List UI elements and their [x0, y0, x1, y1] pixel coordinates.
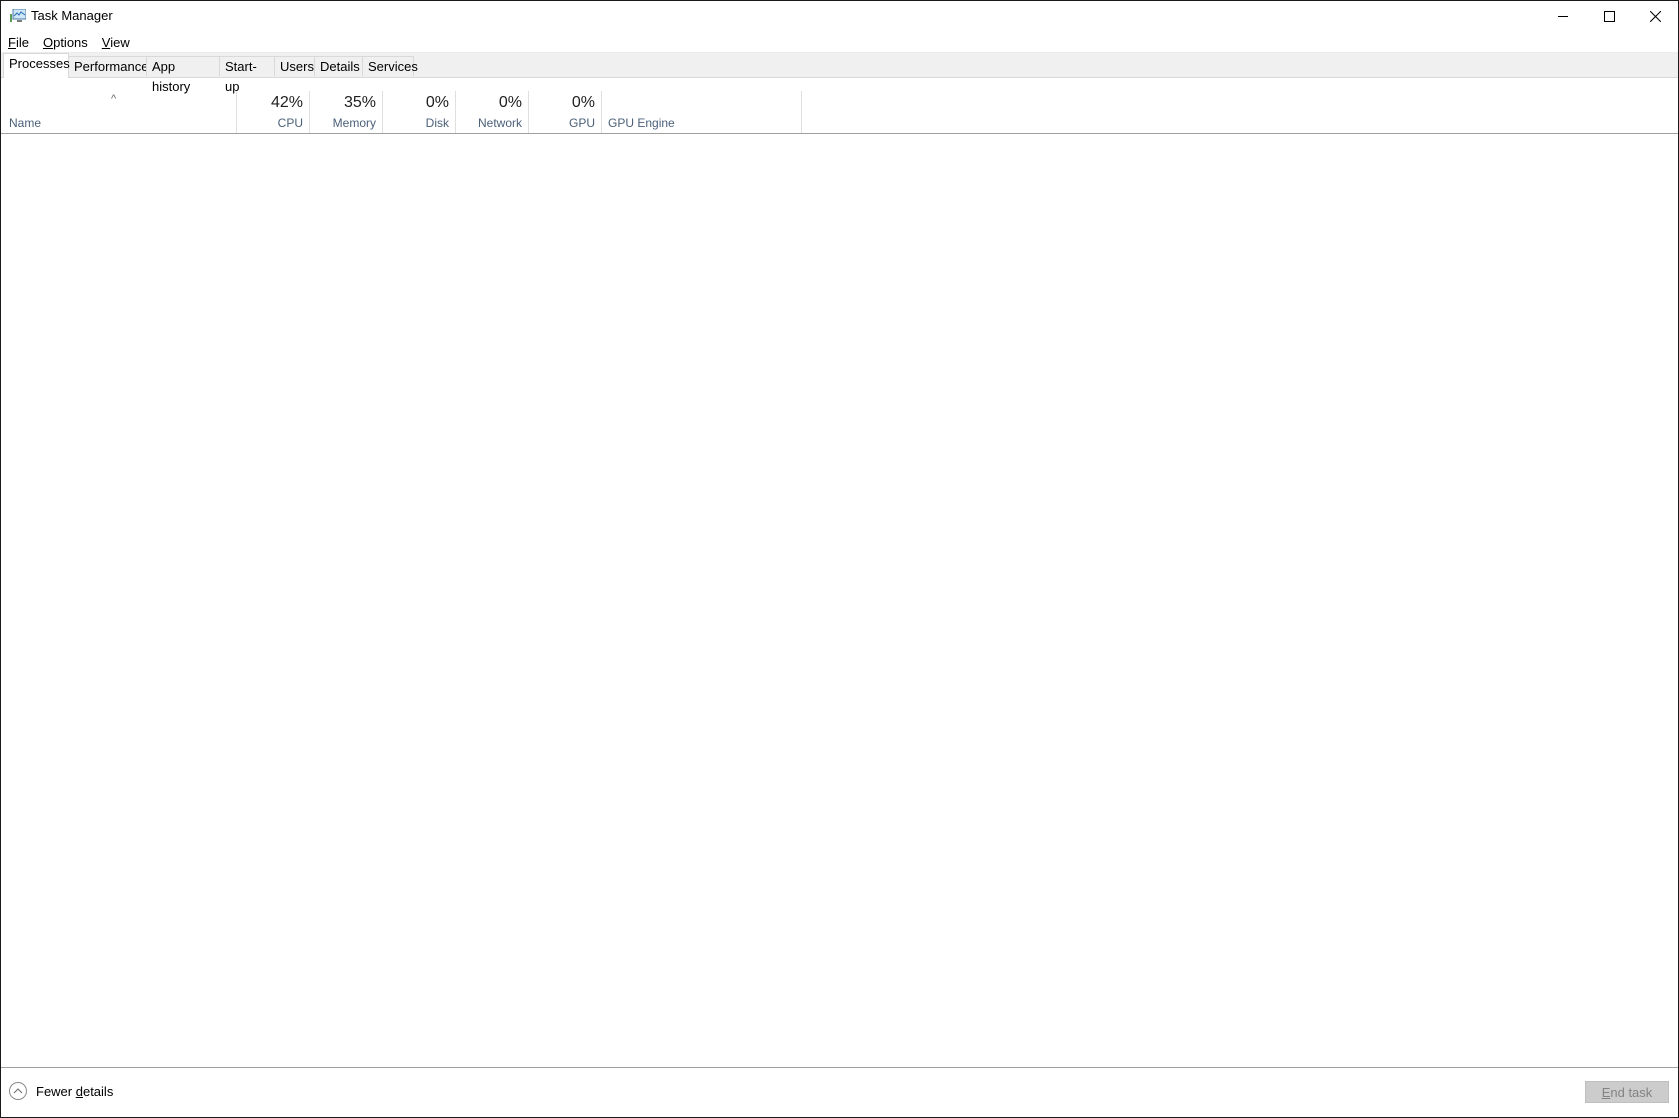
network-total-percent: 0%: [498, 94, 522, 111]
tab-app-history[interactable]: App history: [146, 56, 220, 94]
column-header-cpu[interactable]: 42% CPU: [237, 91, 310, 133]
menu-file-accel: F: [8, 35, 16, 50]
gpu-total-percent: 0%: [571, 94, 595, 111]
memory-total-percent: 35%: [343, 94, 376, 111]
close-button[interactable]: [1632, 1, 1678, 32]
column-gpu-label: GPU: [568, 116, 595, 130]
sort-ascending-icon: ^: [111, 93, 117, 105]
minimize-icon: [1557, 16, 1568, 17]
tab-start-up[interactable]: Start-up: [219, 56, 275, 94]
title-bar[interactable]: Task Manager: [1, 1, 1678, 32]
end-task-button[interactable]: End task: [1585, 1081, 1669, 1103]
menu-view-accel: V: [101, 35, 111, 50]
tab-details[interactable]: Details: [314, 56, 363, 76]
maximize-button[interactable]: [1586, 1, 1632, 32]
menu-view[interactable]: View: [95, 33, 137, 52]
column-header-gpu-engine[interactable]: GPU Engine: [602, 91, 802, 133]
fewer-details-button[interactable]: Fewer details: [9, 1082, 113, 1100]
column-header-gpu[interactable]: 0% GPU: [529, 91, 602, 133]
menu-options-accel: O: [42, 35, 54, 50]
column-network-label: Network: [477, 116, 522, 130]
fewer-details-text-b: etails: [82, 1083, 114, 1099]
column-disk-label: Disk: [425, 116, 449, 130]
minimize-button[interactable]: [1540, 1, 1586, 32]
maximize-icon: [1603, 11, 1615, 22]
column-header-memory[interactable]: 35% Memory: [310, 91, 383, 133]
tab-services[interactable]: Services: [362, 56, 418, 76]
menu-options[interactable]: Options: [36, 33, 95, 52]
tab-bar: Processes Performance App history Start-…: [1, 52, 1678, 94]
column-header-disk[interactable]: 0% Disk: [383, 91, 456, 133]
end-task-accel: E: [1601, 1084, 1611, 1100]
menu-options-label: ptions: [53, 35, 88, 50]
cpu-total-percent: 42%: [270, 94, 303, 111]
column-header-network[interactable]: 0% Network: [456, 91, 529, 133]
column-gpu-engine-label: GPU Engine: [608, 116, 675, 130]
task-manager-window: Task Manager File Options View Processes…: [0, 0, 1679, 1118]
fewer-details-label: Fewer details: [36, 1084, 113, 1099]
column-cpu-label: CPU: [277, 116, 303, 130]
disk-total-percent: 0%: [425, 94, 449, 111]
menu-file[interactable]: File: [1, 33, 36, 52]
menu-bar: File Options View: [1, 33, 1678, 52]
chevron-up-circle-icon: [9, 1082, 27, 1100]
column-name-label: Name: [9, 116, 42, 130]
end-task-label: nd task: [1610, 1084, 1653, 1100]
menu-view-label: iew: [110, 35, 130, 50]
window-title: Task Manager: [31, 8, 113, 23]
tab-processes[interactable]: Processes: [3, 53, 70, 78]
close-icon: [1649, 11, 1661, 22]
process-list-header: ^ Name 42% CPU 35% Memory 0% Disk 0% Net…: [1, 91, 1678, 134]
footer-bar: Fewer details End task: [1, 1067, 1678, 1117]
tab-users[interactable]: Users: [274, 56, 315, 76]
menu-file-label: ile: [15, 35, 29, 50]
fewer-details-text-a: Fewer: [36, 1083, 76, 1099]
column-memory-label: Memory: [332, 116, 376, 130]
tab-performance[interactable]: Performance: [68, 56, 148, 76]
fewer-details-accel: d: [75, 1083, 83, 1099]
task-manager-app-icon: [10, 9, 26, 22]
process-list[interactable]: [1, 134, 1678, 1068]
column-header-name[interactable]: ^ Name: [1, 91, 237, 133]
